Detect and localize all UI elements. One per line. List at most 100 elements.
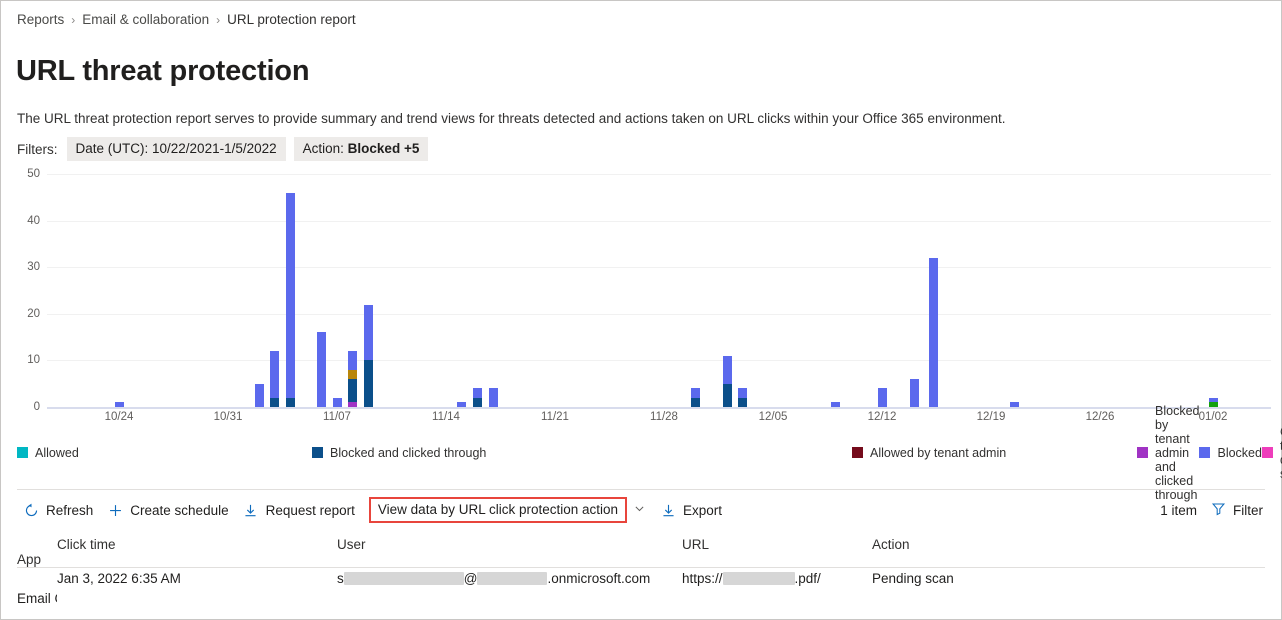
chart-bar-segment: [286, 398, 295, 407]
chart-bar[interactable]: [115, 402, 124, 407]
breadcrumb-item-reports[interactable]: Reports: [17, 12, 64, 27]
x-axis-tick-10-24: 10/24: [105, 411, 134, 423]
filter-button-label: Filter: [1233, 503, 1263, 518]
chart-legend: Allowed Blocked and clicked throughAllowe…: [17, 443, 1267, 462]
cell-action: Pending scan: [872, 571, 1265, 586]
legend-item-blocked[interactable]: Blocked: [1199, 443, 1261, 462]
chart-bar-segment: [723, 384, 732, 407]
legend-label: Allowed: [35, 446, 79, 460]
command-bar-right: 1 item Filter: [1160, 498, 1263, 522]
filter-pill-date[interactable]: Date (UTC): 10/22/2021-1/5/2022: [67, 137, 286, 161]
table-row[interactable]: Jan 3, 2022 6:35 AM s@.onmicrosoft.com h…: [17, 568, 1265, 609]
chart-bar[interactable]: [286, 193, 295, 407]
legend-swatch: [17, 447, 28, 458]
page-description: The URL threat protection report serves …: [17, 111, 1005, 126]
x-axis-tick-11-14: 11/14: [432, 411, 460, 423]
column-header-click-time[interactable]: Click time: [57, 537, 337, 552]
item-count: 1 item: [1160, 503, 1197, 518]
table-header-row: Click time User URL Action App: [17, 537, 1265, 568]
toolbar-divider: [17, 489, 1265, 490]
legend-item-clicked-through-during-scan[interactable]: Clicked through during scan: [1262, 443, 1282, 462]
x-axis-tick-11-21: 11/21: [541, 411, 569, 423]
breadcrumb: Reports › Email & collaboration › URL pr…: [17, 12, 356, 27]
filter-icon: [1211, 501, 1226, 519]
command-bar: Refresh Create schedule Request report V…: [19, 498, 732, 522]
chart-bar[interactable]: [1209, 398, 1218, 407]
cell-url: https://.pdf/: [682, 571, 872, 586]
chart-bar[interactable]: [910, 379, 919, 407]
chart-bar[interactable]: [691, 388, 700, 407]
legend-item-allowed[interactable]: Allowed: [17, 443, 312, 462]
column-header-url[interactable]: URL: [682, 537, 872, 552]
column-header-action[interactable]: Action: [872, 537, 1265, 552]
y-axis-tick-0: 0: [6, 401, 40, 413]
chart-plot-area: [47, 161, 1271, 407]
y-axis-tick-50: 50: [6, 168, 40, 180]
chart-bar[interactable]: [270, 351, 279, 407]
chart-bar-segment: [286, 193, 295, 398]
column-header-app[interactable]: App: [17, 552, 57, 567]
legend-item-blocked-by-tenant-admin-and-clicked-through[interactable]: Blocked by tenant admin and clicked thro…: [1137, 443, 1199, 462]
chart-bar[interactable]: [1010, 402, 1019, 407]
x-axis-tick-01-02: 01/02: [1199, 411, 1228, 423]
x-axis-tick-10-31: 10/31: [214, 411, 243, 423]
cell-user-suffix: .onmicrosoft.com: [547, 571, 650, 586]
chevron-down-icon[interactable]: [633, 502, 646, 518]
redacted-tenant-name: [477, 572, 547, 585]
view-data-dropdown[interactable]: View data by URL click protection action: [369, 497, 646, 523]
export-button[interactable]: Export: [656, 499, 732, 521]
chart-bar[interactable]: [723, 356, 732, 407]
chart-bar-segment: [691, 398, 700, 407]
chart-bar-segment: [348, 370, 357, 379]
chart-bar[interactable]: [457, 402, 466, 407]
filters-label: Filters:: [17, 142, 58, 157]
breadcrumb-item-email-collaboration[interactable]: Email & collaboration: [82, 12, 209, 27]
download-icon: [243, 502, 259, 518]
chart-bar[interactable]: [831, 402, 840, 407]
create-schedule-button[interactable]: Create schedule: [103, 499, 238, 521]
chart-bar[interactable]: [255, 384, 264, 407]
legend-label: Blocked by tenant admin and clicked thro…: [1155, 404, 1199, 502]
chart-bar[interactable]: [489, 388, 498, 407]
cell-url-suffix: .pdf/: [795, 571, 821, 586]
chart-bar[interactable]: [738, 388, 747, 407]
y-axis-tick-20: 20: [6, 308, 40, 320]
breadcrumb-separator-icon: ›: [216, 14, 220, 26]
chart-bar-segment: [738, 398, 747, 407]
chart-bar-segment: [691, 388, 700, 397]
filter-button[interactable]: Filter: [1211, 501, 1263, 519]
chart-bar-segment: [473, 388, 482, 397]
chart-bar[interactable]: [333, 398, 342, 407]
column-header-user[interactable]: User: [337, 537, 682, 552]
chart-bar[interactable]: [348, 351, 357, 407]
legend-item-blocked-and-clicked-through[interactable]: Blocked and clicked through: [312, 443, 852, 462]
view-data-label[interactable]: View data by URL click protection action: [369, 497, 627, 523]
url-click-table: Click time User URL Action App Jan 3, 20…: [17, 537, 1265, 609]
page-title: URL threat protection: [16, 55, 309, 88]
breadcrumb-item-url-protection-report[interactable]: URL protection report: [227, 12, 356, 27]
chart-bar[interactable]: [473, 388, 482, 407]
chart-bar-segment: [1209, 402, 1218, 407]
y-axis-tick-40: 40: [6, 215, 40, 227]
legend-swatch: [1137, 447, 1148, 458]
redacted-user-name: [344, 572, 464, 585]
url-threat-trend-chart[interactable]: 01020304050 10/2410/3111/0711/1411/2111/…: [1, 161, 1281, 433]
refresh-button[interactable]: Refresh: [19, 499, 103, 521]
chart-bar[interactable]: [317, 332, 326, 407]
chart-bar-segment: [723, 356, 732, 384]
request-report-label: Request report: [266, 503, 355, 518]
filters-bar: Filters: Date (UTC): 10/22/2021-1/5/2022…: [17, 137, 428, 161]
request-report-button[interactable]: Request report: [239, 499, 365, 521]
chart-bar-segment: [348, 402, 357, 407]
legend-swatch: [312, 447, 323, 458]
legend-swatch: [852, 447, 863, 458]
chart-bar-segment: [255, 384, 264, 407]
refresh-label: Refresh: [46, 503, 93, 518]
legend-item-allowed-by-tenant-admin[interactable]: Allowed by tenant admin: [852, 443, 1137, 462]
chart-bar[interactable]: [929, 258, 938, 407]
chart-bar[interactable]: [878, 388, 887, 407]
chart-bar-segment: [270, 398, 279, 407]
chart-bar-segment: [270, 351, 279, 398]
chart-bar[interactable]: [364, 304, 373, 407]
filter-pill-action[interactable]: Action: Blocked +5: [294, 137, 429, 161]
